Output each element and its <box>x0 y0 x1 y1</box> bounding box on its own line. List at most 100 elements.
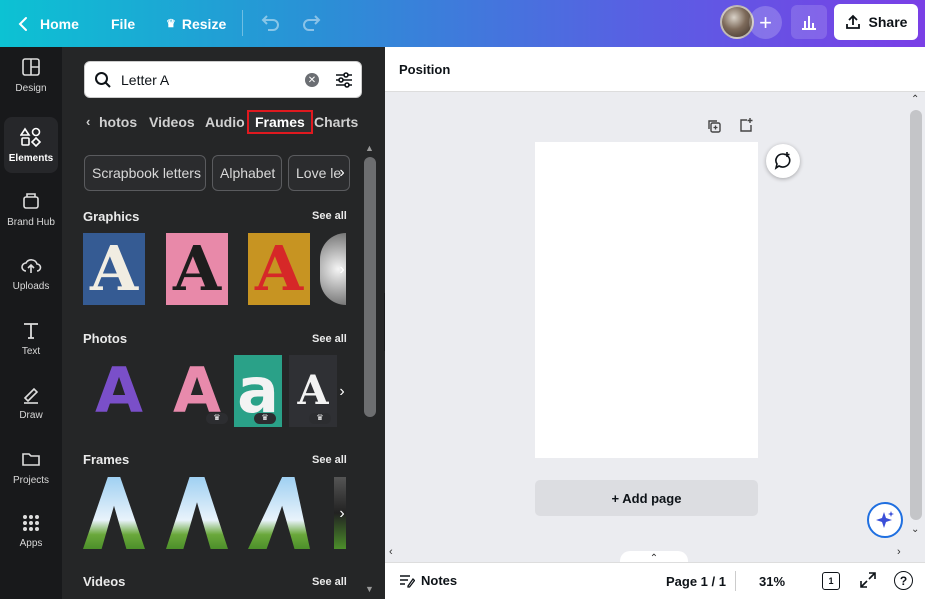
canvas-vertical-scrollbar[interactable]: ⌃ ⌄ <box>907 92 925 542</box>
rail-label: Draw <box>19 409 43 421</box>
see-all-graphics[interactable]: See all <box>312 210 347 222</box>
scroll-right-icon[interactable]: › <box>897 546 901 558</box>
graphics-next-icon[interactable]: › <box>331 259 353 281</box>
frames-next-icon[interactable]: › <box>331 503 353 525</box>
tab-audio[interactable]: Audio <box>205 114 245 130</box>
redo-button[interactable] <box>301 12 323 37</box>
see-all-videos[interactable]: See all <box>312 576 347 588</box>
scroll-up-icon[interactable]: ⌃ <box>911 94 919 105</box>
position-button[interactable]: Position <box>399 62 450 77</box>
help-button[interactable]: ? <box>894 571 913 590</box>
search-box[interactable]: Letter A ✕ <box>84 61 362 98</box>
undo-button[interactable] <box>259 12 281 37</box>
design-page[interactable] <box>535 142 758 458</box>
chip-scrapbook-letters[interactable]: Scrapbook letters <box>84 155 206 191</box>
shapes-icon <box>20 127 42 147</box>
notes-button[interactable]: Notes <box>399 573 457 588</box>
toolbar-divider <box>242 10 243 36</box>
rail-item-uploads[interactable]: Uploads <box>0 245 62 301</box>
share-button[interactable]: Share <box>834 4 918 40</box>
help-icon: ? <box>899 573 908 588</box>
filter-sliders-icon[interactable] <box>335 71 353 89</box>
tabs-scroll-left-icon[interactable]: ‹ <box>86 114 90 129</box>
add-page-button[interactable]: + Add page <box>535 480 758 516</box>
panel-scrollbar[interactable]: ▲ ▼ <box>363 143 377 599</box>
resize-label: Resize <box>181 15 227 32</box>
resize-button[interactable]: ♛ Resize <box>166 0 226 47</box>
cloud-upload-icon <box>21 258 42 273</box>
fullscreen-icon[interactable] <box>859 571 877 589</box>
crown-icon: ♛ <box>166 18 176 30</box>
see-all-frames[interactable]: See all <box>312 454 347 466</box>
photo-thumb-purple-a[interactable]: A <box>83 355 155 427</box>
tab-photos[interactable]: hotos <box>99 114 137 130</box>
frame-thumb-a-3[interactable] <box>248 477 310 549</box>
chevron-left-icon <box>18 16 27 31</box>
grid-view-count: 1 <box>828 576 834 586</box>
canvas-area: + Add page ⌃ ⌄ <box>385 92 925 562</box>
apps-grid-icon <box>23 514 39 531</box>
home-label: Home <box>40 15 79 32</box>
clear-search-icon[interactable]: ✕ <box>305 73 319 87</box>
rail-item-elements[interactable]: Elements <box>4 117 58 173</box>
section-title-graphics: Graphics <box>83 209 140 224</box>
scroll-down-icon[interactable]: ⌄ <box>911 524 919 535</box>
panel-scroll-thumb[interactable] <box>364 157 376 417</box>
notes-label: Notes <box>421 573 458 588</box>
see-all-photos[interactable]: See all <box>312 333 347 345</box>
rail-item-text[interactable]: Text <box>0 310 62 366</box>
top-toolbar: Home File ♛ Resize + Share <box>0 0 925 47</box>
rail-item-draw[interactable]: Draw <box>0 374 62 430</box>
category-tabs: ‹ hotos Videos Audio Frames Charts <box>84 110 364 138</box>
premium-crown-icon: ♛ <box>206 413 228 424</box>
comment-plus-icon <box>774 152 791 170</box>
add-comment-button[interactable] <box>766 144 800 178</box>
page-indicator[interactable]: Page 1 / 1 <box>666 574 726 589</box>
photos-next-icon[interactable]: › <box>331 381 353 403</box>
share-upload-icon <box>845 14 860 29</box>
add-page-icon[interactable] <box>738 117 754 133</box>
zoom-level[interactable]: 31% <box>759 574 785 589</box>
scroll-left-icon[interactable]: ‹ <box>389 546 393 558</box>
rail-label: Elements <box>8 152 54 164</box>
home-button[interactable]: Home <box>14 0 79 47</box>
side-rail: Design Elements Brand Hub Uploads Text D… <box>0 47 62 599</box>
rail-label: Brand Hub <box>7 216 55 228</box>
rail-label: Uploads <box>12 280 50 292</box>
brand-icon <box>23 192 39 209</box>
folder-icon <box>22 452 40 466</box>
graphic-thumb-gold-a[interactable]: A <box>248 233 310 305</box>
add-collaborator-button[interactable]: + <box>749 6 782 39</box>
rail-item-design[interactable]: Design <box>0 47 62 103</box>
chip-alphabet[interactable]: Alphabet <box>212 155 282 191</box>
context-toolbar: Position <box>385 47 925 92</box>
frame-thumb-a-2[interactable] <box>166 477 228 549</box>
insights-button[interactable] <box>791 5 827 39</box>
graphic-thumb-denim-a[interactable]: A <box>83 233 145 305</box>
layout-icon <box>22 57 40 76</box>
text-icon <box>24 322 38 339</box>
duplicate-page-icon[interactable] <box>706 118 722 134</box>
rail-item-brand-hub[interactable]: Brand Hub <box>0 181 62 237</box>
frame-thumb-a-1[interactable] <box>83 477 145 549</box>
canvas-scroll-thumb[interactable] <box>910 110 922 520</box>
magic-assistant-button[interactable] <box>867 502 903 538</box>
tab-charts[interactable]: Charts <box>314 114 358 130</box>
section-title-photos: Photos <box>83 331 128 346</box>
scroll-up-icon[interactable]: ▲ <box>365 143 374 153</box>
rail-item-apps[interactable]: Apps <box>0 503 62 559</box>
tab-videos[interactable]: Videos <box>149 114 195 130</box>
chevron-right-icon[interactable]: › <box>331 162 353 184</box>
scroll-down-icon[interactable]: ▼ <box>365 584 374 594</box>
rail-item-projects[interactable]: Projects <box>0 439 62 495</box>
bottom-status-bar: Notes Page 1 / 1 31% 1 ? <box>385 562 925 599</box>
suggestion-chips: Scrapbook letters Alphabet Love le › <box>84 155 354 191</box>
share-label: Share <box>868 14 908 30</box>
rail-label: Design <box>15 82 47 94</box>
tab-frames[interactable]: Frames <box>247 110 313 134</box>
grid-view-button[interactable]: 1 <box>822 572 840 590</box>
sparkle-icon <box>876 511 894 528</box>
graphic-thumb-pink-a[interactable]: A <box>166 233 228 305</box>
search-input[interactable]: Letter A <box>121 72 169 88</box>
file-menu-button[interactable]: File <box>111 0 135 47</box>
